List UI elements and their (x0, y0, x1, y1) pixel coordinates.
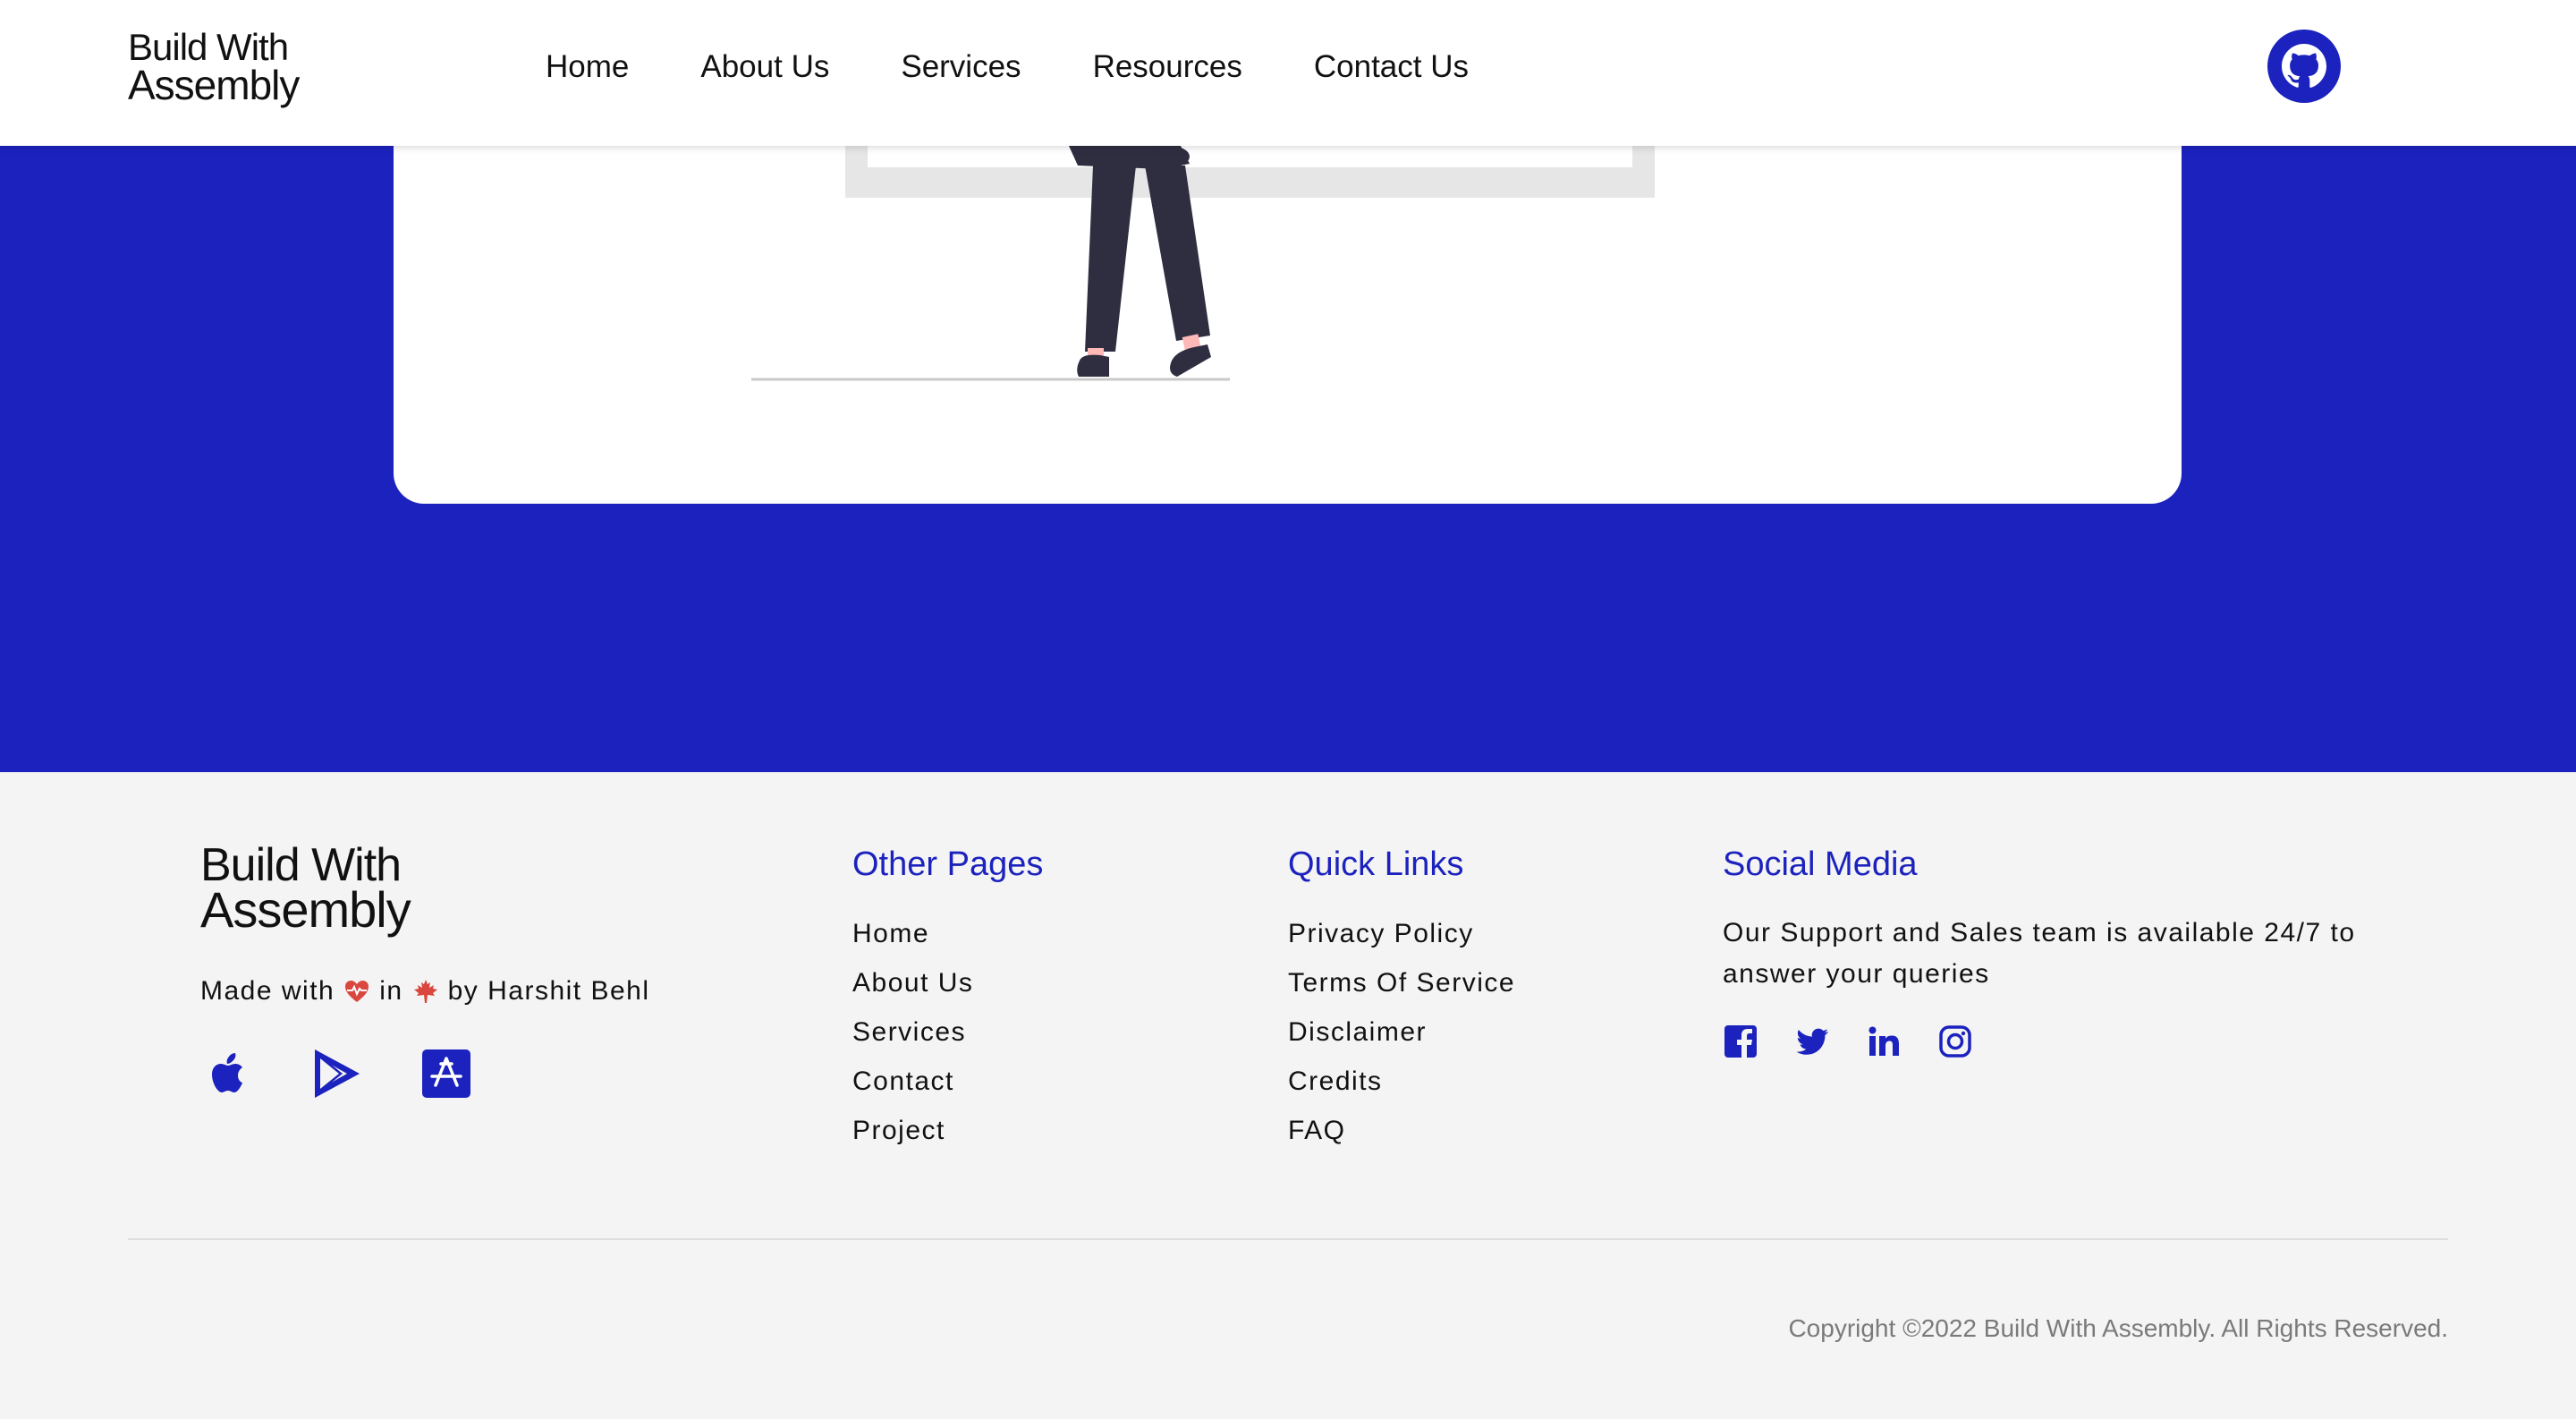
maple-leaf-icon (413, 980, 437, 1003)
site-footer: Build With Assembly Made with in by Hars… (0, 772, 2576, 1419)
made-by-label: by Harshit Behl (447, 976, 650, 1006)
footer-link-about-us[interactable]: About Us (852, 958, 1043, 1007)
twitter-icon[interactable] (1794, 1024, 1830, 1059)
instagram-icon[interactable] (1937, 1024, 1973, 1059)
made-in-label: in (379, 976, 403, 1006)
footer-link-disclaimer[interactable]: Disclaimer (1288, 1007, 1515, 1057)
nav-about-us[interactable]: About Us (700, 49, 829, 85)
footer-link-project[interactable]: Project (852, 1106, 1043, 1155)
made-with-text: Made with in by Harshit Behl (200, 976, 650, 1007)
logo[interactable]: Build With Assembly (128, 26, 300, 108)
nav-home[interactable]: Home (546, 49, 629, 85)
social-media-title: Social Media (1723, 845, 1918, 883)
app-store-links (200, 1046, 474, 1101)
footer-logo-line-2: Assembly (200, 881, 411, 938)
facebook-icon[interactable] (1723, 1024, 1758, 1059)
support-text: Our Support and Sales team is available … (1723, 918, 2356, 989)
made-with-label: Made with (200, 976, 335, 1006)
site-header: Build With Assembly Home About Us Servic… (0, 0, 2576, 146)
github-icon[interactable] (2267, 30, 2341, 103)
nav-contact-us[interactable]: Contact Us (1314, 49, 1469, 85)
footer-link-services[interactable]: Services (852, 1007, 1043, 1057)
nav-services[interactable]: Services (901, 49, 1021, 85)
footer-link-home[interactable]: Home (852, 909, 1043, 958)
logo-line-1: Build With (128, 26, 289, 68)
other-pages-column: Other Pages Home About Us Services Conta… (852, 845, 1043, 1155)
apple-icon[interactable] (200, 1046, 256, 1101)
linkedin-icon[interactable] (1866, 1024, 1902, 1059)
logo-line-2: Assembly (128, 62, 300, 108)
footer-link-credits[interactable]: Credits (1288, 1057, 1515, 1106)
social-icons (1723, 1024, 2402, 1059)
illustration-card (394, 146, 2182, 504)
quick-links-title: Quick Links (1288, 845, 1464, 883)
other-pages-title: Other Pages (852, 845, 1044, 883)
nav-resources[interactable]: Resources (1093, 49, 1242, 85)
google-play-icon[interactable] (309, 1046, 365, 1101)
app-store-icon[interactable] (419, 1046, 474, 1101)
footer-divider (128, 1238, 2448, 1240)
footer-link-privacy-policy[interactable]: Privacy Policy (1288, 909, 1515, 958)
hero-section (0, 146, 2576, 772)
copyright-text: Copyright ©2022 Build With Assembly. All… (1788, 1314, 2448, 1342)
main-nav: Home About Us Services Resources Contact… (546, 49, 1540, 85)
footer-link-contact[interactable]: Contact (852, 1057, 1043, 1106)
quick-links-column: Quick Links Privacy Policy Terms Of Serv… (1288, 845, 1515, 1155)
person-illustration (751, 146, 1655, 381)
heart-pulse-icon (345, 981, 369, 1002)
footer-link-faq[interactable]: FAQ (1288, 1106, 1515, 1155)
footer-link-terms-of-service[interactable]: Terms Of Service (1288, 958, 1515, 1007)
social-media-column: Social Media Our Support and Sales team … (1723, 845, 2402, 1059)
footer-logo[interactable]: Build With Assembly (200, 842, 411, 935)
